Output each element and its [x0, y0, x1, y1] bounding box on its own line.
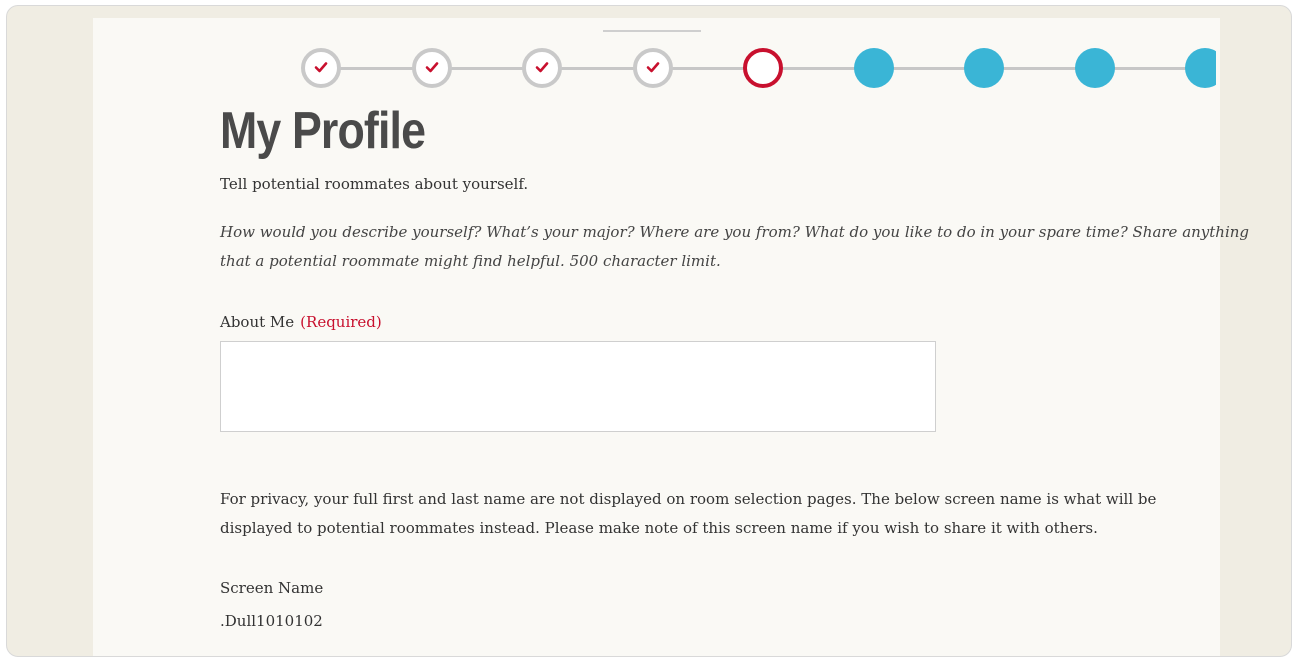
about-me-textarea[interactable] — [220, 341, 936, 432]
checkmark-icon — [535, 62, 549, 73]
about-me-label-text: About Me — [220, 313, 295, 331]
privacy-note: For privacy, your full first and last na… — [220, 490, 1157, 537]
step-5-current — [743, 48, 783, 88]
step-6-todo — [854, 48, 894, 88]
form-page: My Profile Tell potential roommates abou… — [93, 18, 1249, 656]
required-indicator: (Required) — [300, 313, 382, 331]
screen-name-label: Screen Name — [220, 579, 324, 597]
checkmark-icon — [314, 62, 328, 73]
top-divider — [603, 30, 701, 32]
checkmark-icon — [425, 62, 439, 73]
step-8-todo — [1075, 48, 1115, 88]
step-4-done — [633, 48, 673, 88]
step-7-todo — [964, 48, 1004, 88]
about-me-hint: How would you describe yourself? What’s … — [220, 223, 1250, 270]
checkmark-icon — [646, 62, 660, 73]
step-3-done — [522, 48, 562, 88]
step-2-done — [412, 48, 452, 88]
about-me-label: About Me (Required) — [220, 312, 382, 332]
screen-name-value: .Dull1010102 — [220, 612, 323, 630]
step-1-done — [301, 48, 341, 88]
browser-frame: My Profile Tell potential roommates abou… — [6, 5, 1292, 657]
page-title: My Profile — [220, 102, 426, 160]
step-9-todo — [1185, 48, 1216, 88]
intro-text: Tell potential roommates about yourself. — [220, 175, 529, 193]
progress-stepper — [301, 47, 1216, 89]
